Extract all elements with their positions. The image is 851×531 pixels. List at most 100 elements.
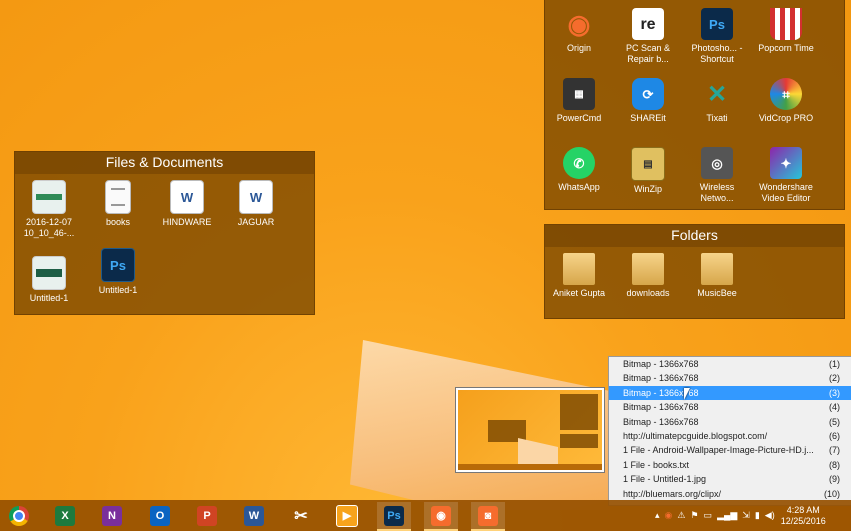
- clipboard-item-selected[interactable]: Bitmap - 1366x768 (3): [609, 385, 851, 401]
- wondershare-icon: ✦: [770, 147, 802, 179]
- clock-time: 4:28 AM: [786, 504, 820, 515]
- taskbar-origin[interactable]: ◉: [424, 502, 458, 531]
- desktop-item-label: Wireless Netwo...: [699, 182, 735, 203]
- flag-tray-icon[interactable]: ⚑: [690, 510, 698, 521]
- origin-icon: ◉: [567, 8, 591, 39]
- excel-icon: X: [55, 505, 75, 526]
- wireless-network-icon: ◎: [701, 147, 733, 179]
- origin-tray-icon[interactable]: ◉: [665, 510, 673, 521]
- desktop-item-untitled-psd[interactable]: Ps Untitled-1: [84, 248, 152, 296]
- clipboard-item[interactable]: Bitmap - 1366x768 (4): [609, 400, 851, 414]
- desktop-item-label: Origin: [566, 43, 591, 53]
- whatsapp-icon: ✆: [563, 147, 595, 179]
- desktop-item-label: WinZip: [633, 184, 662, 194]
- clipboard-item[interactable]: 1 File - Untitled-1.jpg (9): [609, 472, 851, 486]
- battery-tray-icon[interactable]: ▮: [755, 510, 760, 521]
- clock[interactable]: 4:28 AM 12/25/2016: [781, 505, 826, 527]
- desktop-item-screenshot[interactable]: 2016-12-07 10_10_46-...: [15, 180, 83, 239]
- desktop-item-label: Untitled-1: [98, 285, 138, 295]
- outlook-icon: O: [150, 505, 170, 526]
- snipping-tool-icon: ✂: [294, 507, 308, 525]
- folder-musicbee[interactable]: MusicBee: [683, 253, 751, 299]
- volume-tray-icon[interactable]: ◀): [765, 510, 775, 521]
- keyboard-tray-icon[interactable]: ▭: [704, 510, 713, 521]
- signal-tray-icon[interactable]: ▂▄▆: [717, 510, 737, 521]
- clipboard-item[interactable]: Bitmap - 1366x768 (2): [609, 371, 851, 385]
- camera-icon: ◙: [478, 505, 498, 526]
- desktop-item-label: Tixati: [706, 113, 728, 123]
- taskbar-media-player[interactable]: ▶: [330, 502, 364, 529]
- taskbar-snipping-tool[interactable]: ✂: [284, 502, 318, 529]
- chrome-icon: [9, 505, 29, 526]
- folder-icon: [701, 253, 733, 285]
- clipboard-item[interactable]: 1 File - books.txt (8): [609, 458, 851, 472]
- user-folder-icon: [563, 253, 595, 285]
- app-photoshop-shortcut[interactable]: Ps Photosho... - Shortcut: [683, 8, 751, 65]
- taskbar-outlook[interactable]: O: [143, 502, 177, 529]
- clipboard-item[interactable]: http://ultimatepcguide.blogspot.com/(6): [609, 429, 851, 443]
- clipboard-item[interactable]: Bitmap - 1366x768 (1): [609, 357, 851, 371]
- word-document-icon: W: [239, 180, 273, 214]
- network-tray-icon[interactable]: ⚠: [677, 510, 685, 521]
- app-wireless-network[interactable]: ◎ Wireless Netwo...: [683, 147, 751, 204]
- photoshop-icon: Ps: [701, 8, 733, 40]
- app-wondershare-video-editor[interactable]: ✦ Wondershare Video Editor: [752, 147, 820, 204]
- image-file-icon: [32, 180, 66, 214]
- text-file-icon: [105, 180, 131, 214]
- reimage-icon: re: [632, 8, 664, 40]
- app-whatsapp[interactable]: ✆ WhatsApp: [545, 147, 613, 193]
- word-icon: W: [244, 505, 264, 526]
- taskbar-word[interactable]: W: [237, 502, 271, 529]
- shareit-icon: ⟳: [632, 78, 664, 110]
- taskbar-onenote[interactable]: N: [95, 502, 129, 529]
- clipboard-item[interactable]: Bitmap - 1366x768 (5): [609, 415, 851, 429]
- show-hidden-icons-icon[interactable]: ▴: [655, 510, 660, 521]
- desktop-item-untitled-jpg[interactable]: Untitled-1: [15, 256, 83, 304]
- files-documents-fence: Files & Documents 2016-12-07 10_10_46-..…: [14, 151, 315, 315]
- word-document-icon: W: [170, 180, 204, 214]
- fence-title: Files & Documents: [15, 152, 314, 174]
- app-popcorn-time[interactable]: Popcorn Time: [752, 8, 820, 54]
- clipboard-item[interactable]: http://bluemars.org/clipx/(10): [609, 487, 851, 501]
- desktop-item-label: Untitled-1: [29, 293, 69, 303]
- desktop-item-jaguar[interactable]: W JAGUAR: [222, 180, 290, 228]
- app-winzip[interactable]: ▤ WinZip: [614, 147, 682, 195]
- desktop-item-hindware[interactable]: W HINDWARE: [153, 180, 221, 228]
- desktop-item-label: Aniket Gupta: [552, 288, 606, 298]
- taskbar-chrome[interactable]: [2, 502, 36, 529]
- photoshop-icon: Ps: [384, 505, 404, 526]
- taskbar-excel[interactable]: X: [48, 502, 82, 529]
- desktop-item-label: SHAREit: [630, 113, 666, 123]
- desktop-item-label: books: [105, 217, 131, 227]
- desktop-item-label: Popcorn Time: [758, 43, 814, 53]
- taskbar-camera[interactable]: ◙: [471, 502, 505, 531]
- fence-title: Folders: [545, 225, 844, 247]
- popcorn-icon: [770, 8, 802, 40]
- app-vidcrop-pro[interactable]: ⌗ VidCrop PRO: [752, 78, 820, 124]
- app-tixati[interactable]: ✕ Tixati: [683, 78, 751, 124]
- desktop-item-label: WhatsApp: [558, 182, 600, 192]
- clipboard-item[interactable]: 1 File - Android-Wallpaper-Image-Picture…: [609, 443, 851, 457]
- powerpoint-icon: P: [197, 505, 217, 526]
- photoshop-file-icon: Ps: [101, 248, 135, 282]
- desktop-item-label: downloads: [626, 288, 670, 298]
- app-pc-scan-repair[interactable]: re PC Scan & Repair b...: [614, 8, 682, 65]
- taskbar-powerpoint[interactable]: P: [190, 502, 224, 529]
- folder-downloads[interactable]: downloads: [614, 253, 682, 299]
- vidcrop-icon: ⌗: [770, 78, 802, 110]
- clipboard-preview-thumbnail: [455, 387, 605, 473]
- origin-icon: ◉: [431, 505, 451, 526]
- app-powercmd[interactable]: ▦ PowerCmd: [545, 78, 613, 124]
- desktop-item-books[interactable]: books: [84, 180, 152, 228]
- app-origin[interactable]: ◉ Origin: [545, 8, 613, 54]
- app-shareit[interactable]: ⟳ SHAREit: [614, 78, 682, 124]
- taskbar-photoshop[interactable]: Ps: [377, 502, 411, 531]
- usb-tray-icon[interactable]: ⇲: [742, 510, 750, 521]
- folder-aniket-gupta[interactable]: Aniket Gupta: [545, 253, 613, 299]
- media-player-icon: ▶: [336, 504, 358, 527]
- desktop-item-label: Wondershare Video Editor: [759, 182, 813, 203]
- desktop-item-label: Photosho... - Shortcut: [691, 43, 743, 64]
- clipboard-history-menu: Bitmap - 1366x768 (1) Bitmap - 1366x768 (2…: [608, 356, 851, 506]
- desktop-item-label: 2016-12-07 10_10_46-...: [23, 217, 75, 238]
- apps-fence: ◉ Origin re PC Scan & Repair b... Ps Pho…: [544, 0, 845, 210]
